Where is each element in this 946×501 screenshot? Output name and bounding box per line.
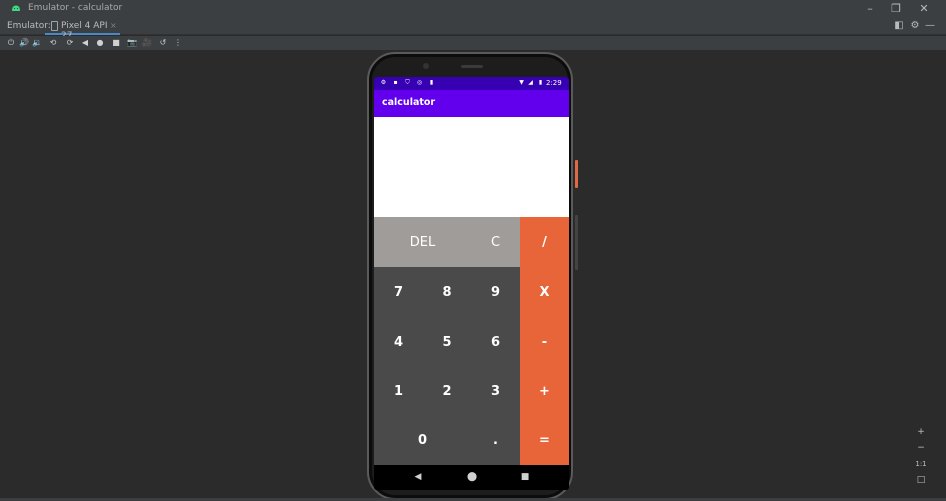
screenrecord-icon[interactable]: 🎥 bbox=[142, 37, 152, 49]
emulator-toolbar: ⏻ 🔊 🔉 ⟲ ⟳ ◀ ● ■ 📷 🎥 ↺ ⋮ bbox=[0, 36, 946, 50]
front-camera bbox=[423, 63, 429, 69]
zoom-in-button[interactable]: + bbox=[912, 425, 930, 439]
digit-4-button[interactable]: 4 bbox=[374, 317, 423, 367]
overview-icon[interactable]: ■ bbox=[111, 37, 121, 49]
hide-panel-icon[interactable]: — bbox=[924, 20, 936, 32]
multiply-button[interactable]: X bbox=[520, 267, 569, 317]
plus-button[interactable]: + bbox=[520, 367, 569, 416]
minus-button[interactable]: - bbox=[520, 317, 569, 367]
window-title: Emulator - calculator bbox=[28, 3, 123, 13]
app-title: calculator bbox=[382, 97, 436, 108]
layout-icon[interactable]: ◧ bbox=[893, 20, 905, 32]
wifi-icon: ▼ bbox=[519, 79, 524, 86]
status-bar: ⚙ ▪ ⛉ ◎ ▮ ▼ ◢ ▮ 2:29 bbox=[374, 77, 569, 90]
signal-icon: ◢ bbox=[528, 79, 533, 86]
clear-button[interactable]: C bbox=[471, 217, 520, 267]
earpiece-speaker bbox=[461, 65, 483, 68]
volume-down-icon[interactable]: 🔉 bbox=[32, 37, 42, 49]
zoom-out-button[interactable]: − bbox=[912, 441, 930, 455]
del-button[interactable]: DEL bbox=[374, 217, 471, 267]
close-icon[interactable]: ✕ bbox=[915, 1, 933, 17]
device-icon bbox=[51, 21, 58, 31]
gear-icon[interactable]: ⚙ bbox=[909, 20, 921, 32]
tab-pixel4-api27[interactable]: Pixel 4 API 27 × bbox=[45, 18, 120, 41]
digit-3-button[interactable]: 3 bbox=[471, 367, 520, 416]
calculator-display bbox=[374, 117, 569, 217]
minimize-icon[interactable]: – bbox=[861, 1, 879, 17]
divide-button[interactable]: / bbox=[520, 217, 569, 267]
undo-icon[interactable]: ↺ bbox=[158, 37, 168, 49]
android-nav-bar: ◀ ⬤ ■ bbox=[374, 465, 569, 490]
nav-overview-icon[interactable]: ■ bbox=[519, 471, 531, 483]
disc-icon: ◎ bbox=[416, 79, 423, 86]
digit-9-button[interactable]: 9 bbox=[471, 267, 520, 317]
digit-8-button[interactable]: 8 bbox=[423, 267, 471, 317]
fit-screen-icon[interactable]: □ bbox=[912, 473, 930, 487]
emulator-tabbar: Emulator: Pixel 4 API 27 × ◧ ⚙ — bbox=[0, 18, 946, 41]
power-icon[interactable]: ⏻ bbox=[6, 37, 16, 49]
status-time: 2:29 bbox=[546, 79, 562, 87]
home-icon[interactable]: ● bbox=[95, 37, 105, 49]
sd-card-icon: ▮ bbox=[429, 79, 434, 86]
nav-home-icon[interactable]: ⬤ bbox=[466, 471, 478, 483]
zoom-1to1-button[interactable]: 1:1 bbox=[912, 457, 930, 471]
digit-1-button[interactable]: 1 bbox=[374, 367, 423, 416]
restore-icon[interactable]: ❐ bbox=[887, 1, 905, 17]
settings-icon: ⚙ bbox=[380, 79, 387, 86]
calculator-keypad: DEL C / 7 8 9 X 4 5 6 - 1 2 3 + 0 . = bbox=[374, 217, 569, 465]
zoom-controls: + − 1:1 □ bbox=[912, 425, 930, 487]
nav-back-icon[interactable]: ◀ bbox=[412, 471, 424, 483]
volume-up-icon[interactable]: 🔊 bbox=[19, 37, 29, 49]
device-screen: ⚙ ▪ ⛉ ◎ ▮ ▼ ◢ ▮ 2:29 calculator DEL C / … bbox=[374, 77, 569, 490]
rotate-right-icon[interactable]: ⟳ bbox=[65, 37, 75, 49]
app-bar: calculator bbox=[374, 90, 569, 117]
digit-7-button[interactable]: 7 bbox=[374, 267, 423, 317]
equals-button[interactable]: = bbox=[520, 416, 569, 465]
volume-side-button[interactable] bbox=[575, 215, 578, 270]
digit-6-button[interactable]: 6 bbox=[471, 317, 520, 367]
shield-icon: ⛉ bbox=[405, 79, 410, 86]
power-side-button[interactable] bbox=[575, 160, 578, 188]
window-titlebar: Emulator - calculator – ❐ ✕ bbox=[0, 0, 946, 18]
more-icon[interactable]: ⋮ bbox=[173, 37, 183, 49]
tab-close-icon[interactable]: × bbox=[110, 21, 117, 30]
digit-0-button[interactable]: 0 bbox=[374, 416, 471, 465]
digit-2-button[interactable]: 2 bbox=[423, 367, 471, 416]
decimal-button[interactable]: . bbox=[471, 416, 520, 465]
digit-5-button[interactable]: 5 bbox=[423, 317, 471, 367]
camera-icon[interactable]: 📷 bbox=[127, 37, 137, 49]
android-icon bbox=[12, 5, 20, 11]
rotate-left-icon[interactable]: ⟲ bbox=[48, 37, 58, 49]
back-icon[interactable]: ◀ bbox=[80, 37, 90, 49]
battery-icon: ▮ bbox=[538, 79, 543, 86]
sim-icon: ▪ bbox=[393, 79, 398, 86]
